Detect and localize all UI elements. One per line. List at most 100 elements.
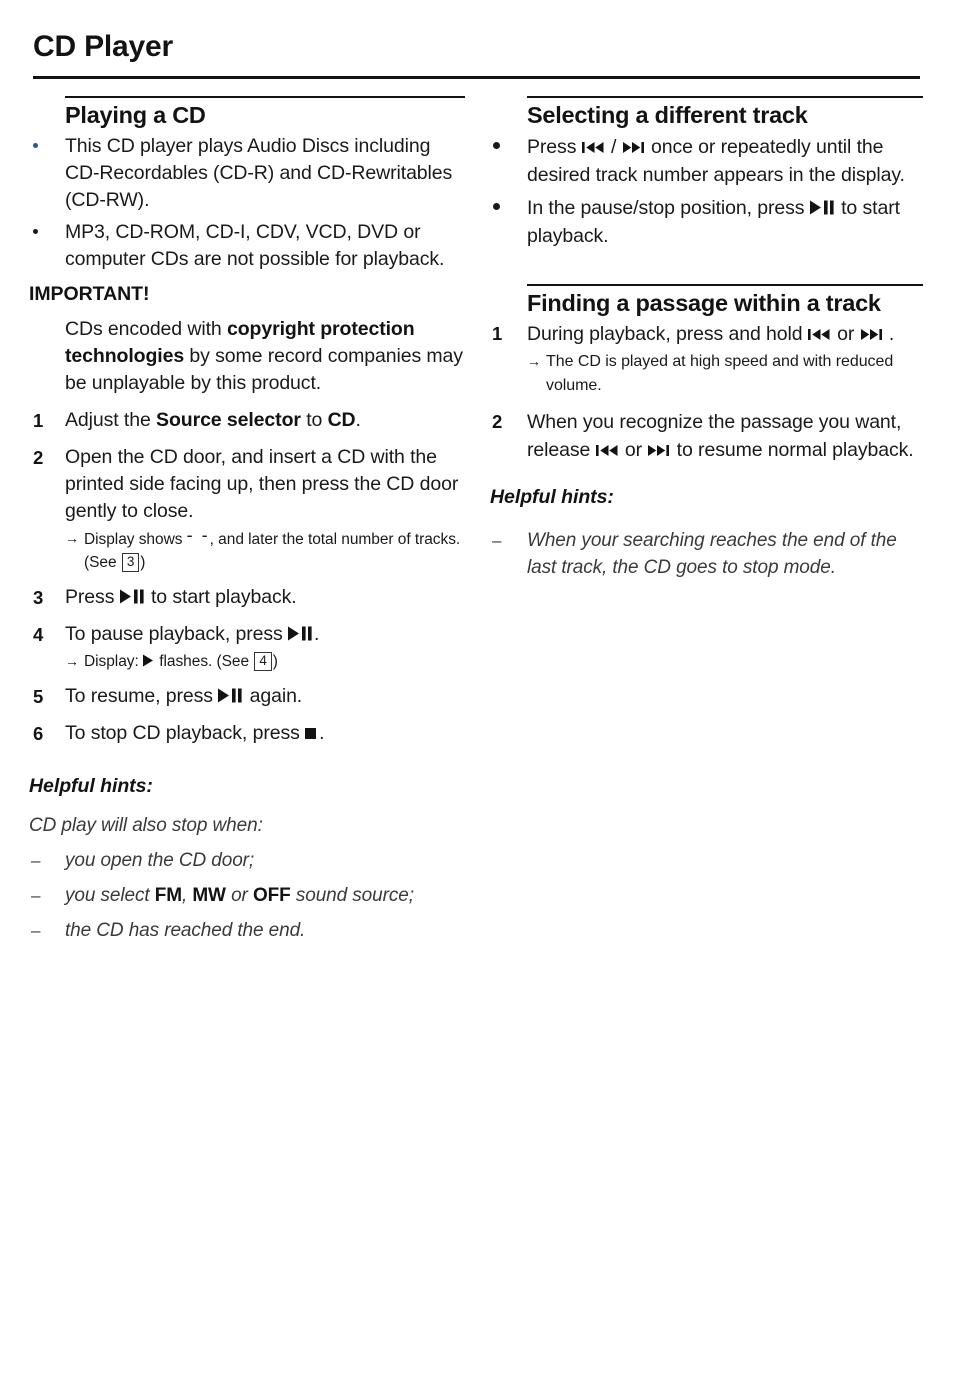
- step-note: → Display shows - -, and later the total…: [65, 525, 469, 574]
- note-part: ): [272, 652, 278, 670]
- list-item: Press / once or repeatedly until the des…: [490, 133, 924, 189]
- note-part: Display shows: [84, 530, 187, 548]
- step-text-part: During playback, press and hold: [527, 322, 808, 345]
- step-text: Adjust the Source selector to CD.: [65, 407, 469, 434]
- right-column: Selecting a different track Press / once…: [490, 96, 924, 581]
- step-note: → The CD is played at high speed and wit…: [527, 350, 924, 398]
- hint-bold: FM: [154, 884, 182, 906]
- arrow-right-icon: →: [65, 652, 79, 669]
- section-rule: [65, 96, 465, 98]
- step-text-part: .: [319, 721, 325, 744]
- arrow-right-icon: →: [65, 529, 79, 546]
- list-item: MP3, CD-ROM, CD-I, CDV, VCD, DVD or comp…: [29, 219, 469, 273]
- step-text-part: To stop CD playback, press: [65, 721, 306, 744]
- step-text-part: again.: [244, 684, 303, 707]
- skip-back-icon: [581, 141, 606, 154]
- step-number: 1: [33, 409, 44, 431]
- bullet-text: In the pause/stop position, press to sta…: [527, 194, 924, 250]
- arrow-right-icon: →: [527, 352, 541, 369]
- step-text-part: To resume, press: [65, 684, 219, 707]
- step-text-part: or: [619, 438, 648, 461]
- step-number: 5: [33, 685, 44, 707]
- skip-forward-icon: [647, 444, 671, 457]
- step-number: 3: [33, 586, 44, 608]
- step-text: To resume, press again.: [65, 683, 469, 710]
- step-note-text: The CD is played at high speed and with …: [546, 352, 894, 394]
- step-number: 6: [33, 722, 44, 744]
- skip-forward-icon: [622, 141, 646, 154]
- hint-part: sound source;: [290, 884, 414, 906]
- note-part: ): [140, 553, 146, 571]
- hint-part: ,: [181, 884, 193, 906]
- hint-part: or: [225, 884, 253, 906]
- bullet-text: This CD player plays Audio Discs includi…: [65, 134, 453, 211]
- helpful-hints-intro: CD play will also stop when:: [29, 814, 263, 836]
- bullet-icon: [29, 133, 65, 160]
- step-number: 1: [492, 322, 503, 344]
- hint-text: the CD has reached the end.: [65, 919, 306, 941]
- play-pause-icon: [809, 200, 836, 215]
- hint-item: – you open the CD door;: [29, 847, 469, 874]
- hint-bold: MW: [192, 884, 226, 906]
- step-text-part: .: [883, 322, 895, 345]
- left-column: Playing a CD This CD player plays Audio …: [29, 96, 469, 944]
- step-note: → Display: flashes. (See 4): [65, 650, 469, 673]
- step-text-part: .: [355, 408, 361, 431]
- step-text-bold: Source selector: [156, 408, 301, 431]
- skip-back-icon: [807, 328, 832, 341]
- step-text: To pause playback, press .: [65, 621, 469, 648]
- dash-icon: –: [31, 885, 41, 905]
- hint-item: – When your searching reaches the end of…: [490, 527, 924, 581]
- step-number: 2: [492, 410, 503, 432]
- step-item: 4 To pause playback, press .: [29, 621, 469, 648]
- section-playing-a-cd: Playing a CD This CD player plays Audio …: [29, 96, 469, 944]
- step-text: During playback, press and hold or .: [527, 320, 924, 348]
- step-text-bold: CD: [327, 408, 356, 431]
- step-item: 2 When you recognize the passage you wan…: [490, 408, 924, 464]
- important-label: IMPORTANT!: [29, 282, 150, 305]
- play-icon: [143, 654, 155, 667]
- section-heading-finding-passage: Finding a passage within a track: [527, 289, 881, 316]
- bullet-text: MP3, CD-ROM, CD-I, CDV, VCD, DVD or comp…: [65, 220, 445, 270]
- page-title: CD Player: [33, 30, 173, 63]
- stop-icon: [305, 727, 319, 740]
- section-selecting-a-different-track: Selecting a different track Press / once…: [490, 96, 924, 250]
- hint-text: you select FM, MW or OFF sound source;: [65, 882, 469, 909]
- step-text-part: to: [300, 408, 328, 431]
- section-finding-a-passage: Finding a passage within a track 1 Durin…: [490, 283, 924, 581]
- step-item: 1 Adjust the Source selector to CD.: [29, 407, 469, 434]
- play-pause-icon: [218, 688, 244, 703]
- step-text-part: Press: [65, 585, 120, 608]
- important-text-1: CDs encoded with: [65, 317, 227, 340]
- step-text-part: .: [313, 622, 320, 645]
- step-text-part: or: [831, 322, 860, 345]
- bullet-text: Press / once or repeatedly until the des…: [527, 133, 924, 189]
- hint-item: – you select FM, MW or OFF sound source;: [29, 882, 469, 909]
- hint-bold: OFF: [252, 884, 291, 906]
- step-text-part: to resume normal playback.: [671, 438, 914, 461]
- step-item: 1 During playback, press and hold or .: [490, 320, 924, 348]
- step-item: 3 Press to start playback.: [29, 584, 469, 611]
- important-paragraph: CDs encoded with copyright protection te…: [65, 316, 469, 397]
- step-text: Open the CD door, and insert a CD with t…: [65, 445, 459, 522]
- hint-part: you select: [65, 884, 155, 906]
- dash-icon: –: [31, 920, 41, 940]
- dash-icon: –: [492, 530, 502, 550]
- step-text-part: Adjust the: [65, 408, 157, 431]
- hint-text: When your searching reaches the end of t…: [527, 529, 897, 578]
- bullet-part: Press: [527, 135, 582, 158]
- list-item: In the pause/stop position, press to sta…: [490, 194, 924, 250]
- see-reference-box: 3: [121, 552, 140, 572]
- step-number: 2: [33, 446, 44, 468]
- section-rule: [527, 96, 923, 98]
- section-rule: [527, 283, 923, 286]
- step-item: 5 To resume, press again.: [29, 683, 469, 710]
- play-pause-icon: [287, 626, 314, 641]
- step-text: Press to start playback.: [65, 584, 469, 611]
- section-heading-playing-a-cd: Playing a CD: [65, 101, 206, 128]
- bullet-icon: [29, 219, 65, 246]
- play-pause-icon: [119, 589, 146, 604]
- step-text: When you recognize the passage you want,…: [527, 408, 924, 464]
- hint-text: you open the CD door;: [65, 849, 255, 871]
- step-note-text: Display shows - -, and later the total n…: [84, 525, 469, 574]
